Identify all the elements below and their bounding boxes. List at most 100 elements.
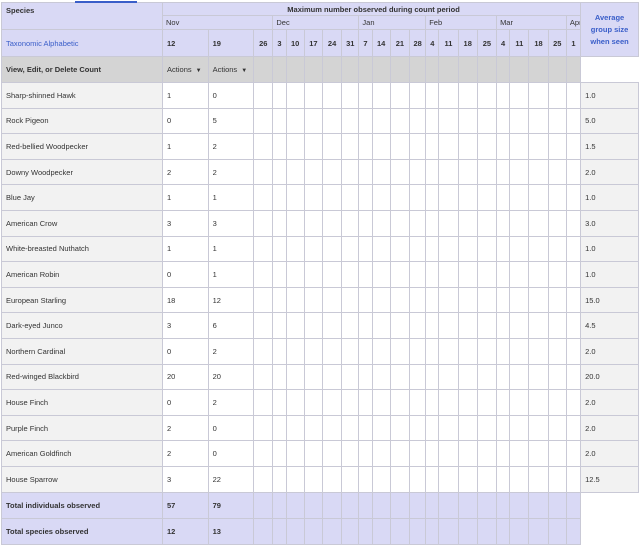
empty-count-cell (425, 82, 440, 109)
empty-count-cell (389, 312, 411, 339)
empty-count-cell (389, 286, 411, 314)
empty-count-cell (303, 184, 323, 211)
empty-count-cell (509, 209, 530, 237)
empty-count-cell (303, 440, 323, 467)
empty-count-cell (509, 82, 530, 109)
empty-count-cell (371, 414, 391, 442)
count-value: 0 (162, 107, 209, 135)
empty-count-cell (272, 133, 287, 160)
date-header: 24 (321, 29, 343, 57)
empty-count-cell (253, 414, 274, 442)
empty-count-cell (425, 337, 440, 365)
empty-count-cell (425, 209, 440, 237)
empty-count-cell (272, 184, 287, 211)
empty-count-cell (476, 133, 498, 160)
average-value: 2.0 (580, 158, 639, 186)
empty-count-cell (457, 414, 478, 442)
actions-label: Actions (212, 65, 238, 74)
empty-count-cell (285, 158, 305, 186)
count-value: 3 (162, 209, 209, 237)
total-individuals-nov-12: 57 (162, 491, 209, 519)
total-species-nov-12: 12 (162, 517, 209, 545)
species-name: Blue Jay (0, 184, 164, 211)
average-value: 15.0 (580, 286, 639, 314)
empty-count-cell (371, 286, 391, 314)
empty-count-cell (476, 337, 498, 365)
count-value: 1 (207, 235, 255, 263)
empty-count-cell (496, 286, 511, 314)
taxonomic-alphabetic-link[interactable]: Taxonomic Alphabetic (0, 29, 164, 57)
table-row: House Sparrow 3 22 12.5 (0, 465, 639, 493)
empty-count-cell (496, 363, 511, 391)
date-header: 25 (476, 29, 498, 57)
species-name: White-breasted Nuthatch (0, 235, 164, 263)
table-row: Red-bellied Woodpecker 1 2 1.5 (0, 133, 639, 160)
empty-count-cell (457, 337, 478, 365)
empty-count-cell (547, 440, 567, 467)
empty-count-cell (253, 337, 274, 365)
average-group-size-header[interactable]: Average group size when seen (580, 2, 639, 57)
empty-count-cell (285, 235, 305, 263)
date-header: 7 (358, 29, 373, 57)
empty-count-cell (565, 440, 582, 467)
empty-count-cell (565, 261, 582, 288)
empty-count-cell (438, 261, 459, 288)
count-value: 0 (162, 337, 209, 365)
empty-count-cell (457, 235, 478, 263)
actions-row: View, Edit, or Delete Count Actions ▼ Act… (0, 56, 639, 83)
month-mar: Mar (496, 15, 567, 30)
empty-count-cell (358, 414, 373, 442)
empty-count-cell (303, 414, 323, 442)
count-value: 12 (207, 286, 255, 314)
empty-count-cell (528, 107, 549, 135)
count-value: 20 (162, 363, 209, 391)
actions-dropdown-nov-12[interactable]: Actions ▼ (162, 56, 209, 83)
species-name: American Robin (0, 261, 164, 288)
empty-count-cell (272, 414, 287, 442)
empty-count-cell (496, 107, 511, 135)
empty-count-cell (371, 158, 391, 186)
empty-count-cell (438, 312, 459, 339)
avg-label-line-3: when seen (590, 36, 629, 46)
date-header: 18 (528, 29, 549, 57)
empty-count-cell (341, 389, 360, 416)
avg-label-line-1: Average (594, 12, 625, 22)
header-accent-line (75, 1, 137, 3)
table-row: Dark-eyed Junco 3 6 4.5 (0, 312, 639, 339)
empty-count-cell (528, 414, 549, 442)
month-feb: Feb (425, 15, 498, 30)
date-header: 18 (457, 29, 478, 57)
empty-count-cell (547, 286, 567, 314)
empty-count-cell (425, 414, 440, 442)
empty-count-cell (285, 440, 305, 467)
empty-count-cell (303, 286, 323, 314)
empty-count-cell (253, 389, 274, 416)
empty-count-cell (371, 133, 391, 160)
average-value: 3.0 (580, 209, 639, 237)
empty-count-cell (285, 209, 305, 237)
table-row: Red-winged Blackbird 20 20 20.0 (0, 363, 639, 391)
empty-count-cell (341, 184, 360, 211)
empty-count-cell (371, 312, 391, 339)
empty-count-cell (285, 107, 305, 135)
empty-count-cell (476, 389, 498, 416)
month-dec: Dec (272, 15, 360, 30)
empty-count-cell (272, 440, 287, 467)
empty-count-cell (476, 235, 498, 263)
empty-count-cell (341, 107, 360, 135)
empty-count-cell (303, 235, 323, 263)
empty-count-cell (438, 414, 459, 442)
empty-count-cell (409, 363, 427, 391)
empty-count-cell (371, 107, 391, 135)
average-value: 2.0 (580, 337, 639, 365)
empty-count-cell (285, 363, 305, 391)
actions-dropdown-nov-19[interactable]: Actions ▼ (207, 56, 255, 83)
species-name: European Starling (0, 286, 164, 314)
empty-count-cell (496, 235, 511, 263)
empty-count-cell (358, 133, 373, 160)
empty-count-cell (565, 82, 582, 109)
empty-count-cell (358, 465, 373, 493)
empty-count-cell (371, 440, 391, 467)
empty-count-cell (509, 440, 530, 467)
species-name: House Sparrow (0, 465, 164, 493)
